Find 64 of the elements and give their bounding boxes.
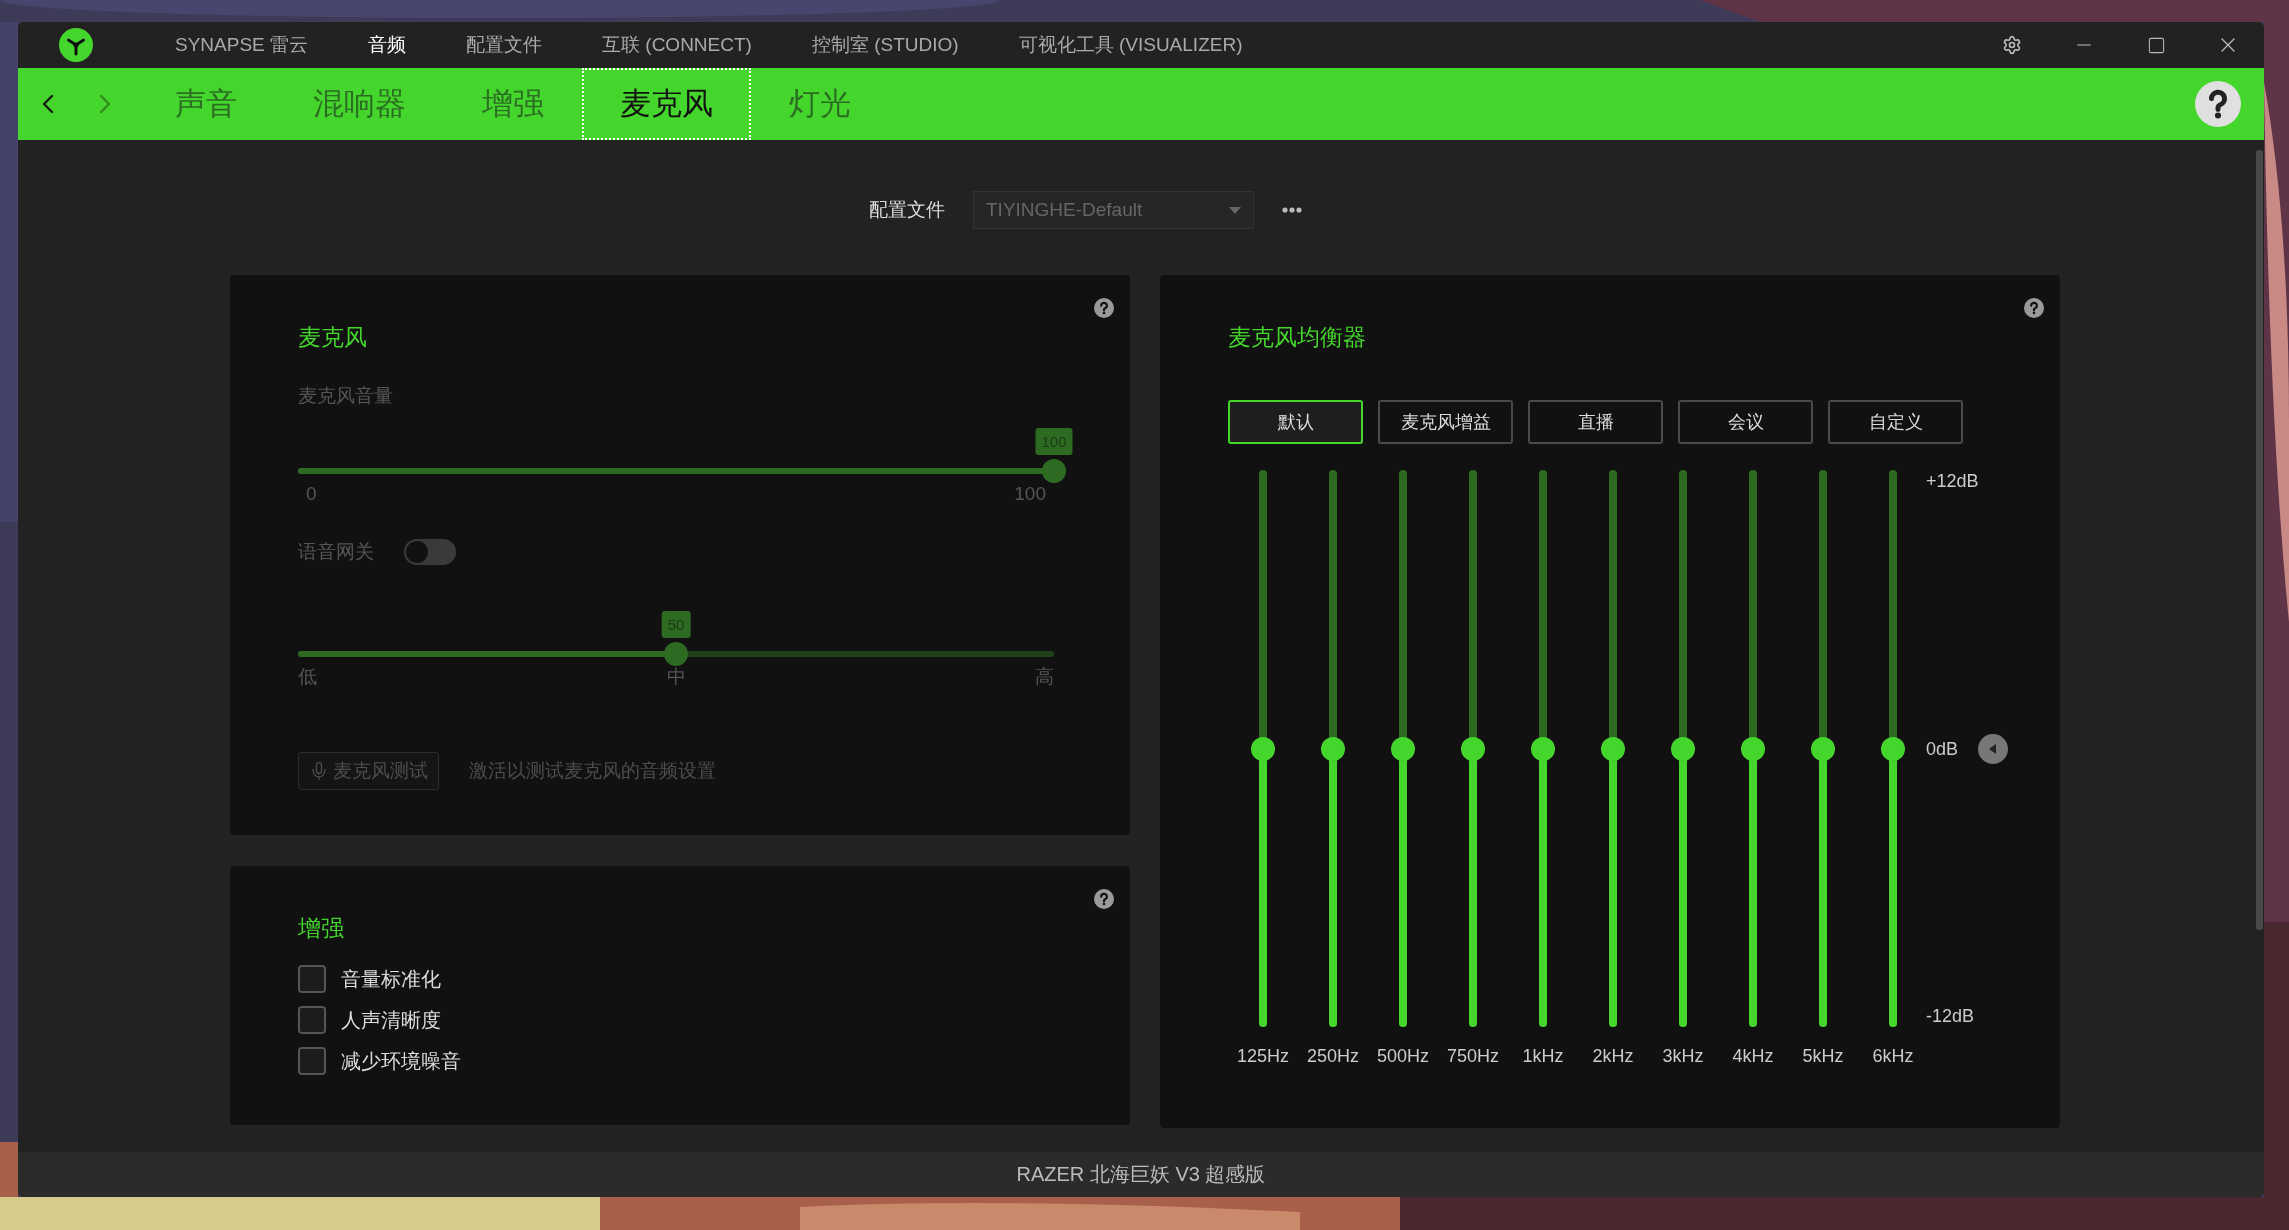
eq-slider[interactable] bbox=[1321, 470, 1345, 1027]
frequency-label: 750Hz bbox=[1447, 1046, 1499, 1067]
frequency-label: 125Hz bbox=[1237, 1046, 1289, 1067]
low-label: 低 bbox=[298, 666, 317, 688]
scrollbar[interactable] bbox=[2256, 150, 2263, 930]
option-label: 音量标准化 bbox=[341, 966, 441, 992]
volume-label: 麦克风音量 bbox=[298, 385, 394, 407]
nav-tab[interactable]: 控制室 (STUDIO) bbox=[811, 32, 959, 58]
profile-label: 配置文件 bbox=[869, 198, 945, 222]
more-icon[interactable] bbox=[1282, 207, 1302, 213]
eq-slider[interactable] bbox=[1531, 470, 1555, 1027]
nav-tab[interactable]: 互联 (CONNECT) bbox=[602, 32, 752, 58]
voice-gate-toggle[interactable] bbox=[404, 539, 456, 565]
eq-slider[interactable] bbox=[1391, 470, 1415, 1027]
checkbox[interactable] bbox=[298, 1006, 326, 1034]
db-label: +12dB bbox=[1926, 470, 1979, 492]
frequency-label: 250Hz bbox=[1307, 1046, 1359, 1067]
help-icon[interactable] bbox=[2024, 298, 2044, 318]
frequency-label: 4kHz bbox=[1732, 1046, 1774, 1067]
nav-tab[interactable]: 音频 bbox=[368, 32, 407, 58]
mic-test-hint: 激活以测试麦克风的音频设置 bbox=[469, 759, 716, 783]
high-label: 高 bbox=[1035, 666, 1054, 688]
db-label: -12dB bbox=[1926, 1005, 1975, 1027]
section-tab[interactable]: 麦克风 bbox=[582, 68, 751, 140]
nav-tab[interactable]: 可视化工具 (VISUALIZER) bbox=[1018, 32, 1243, 58]
eq-slider[interactable] bbox=[1741, 470, 1765, 1027]
eq-slider[interactable] bbox=[1601, 470, 1625, 1027]
frequency-label: 5kHz bbox=[1802, 1046, 1844, 1067]
preset-button[interactable]: 会议 bbox=[1678, 400, 1813, 444]
preset-button[interactable]: 直播 bbox=[1528, 400, 1663, 444]
help-icon[interactable] bbox=[2195, 81, 2241, 127]
preset-button[interactable]: 自定义 bbox=[1828, 400, 1963, 444]
max-label: 100 bbox=[1014, 483, 1046, 505]
eq-slider[interactable] bbox=[1251, 470, 1275, 1027]
option-label: 人声清晰度 bbox=[341, 1007, 441, 1033]
panel-title: 麦克风均衡器 bbox=[1228, 323, 1367, 351]
db-label: 0dB bbox=[1926, 737, 1959, 760]
panel-title: 增强 bbox=[298, 914, 345, 942]
nav-tab[interactable]: SYNAPSE 雷云 bbox=[175, 32, 309, 58]
frequency-label: 1kHz bbox=[1522, 1046, 1564, 1067]
frequency-label: 6kHz bbox=[1872, 1046, 1914, 1067]
panel-title: 麦克风 bbox=[298, 323, 368, 351]
reset-icon[interactable] bbox=[1978, 733, 2009, 764]
frequency-label: 2kHz bbox=[1592, 1046, 1634, 1067]
eq-slider[interactable] bbox=[1671, 470, 1695, 1027]
help-icon[interactable] bbox=[1094, 889, 1114, 909]
mid-label: 中 bbox=[666, 666, 686, 688]
nav-tab[interactable]: 配置文件 bbox=[466, 32, 543, 58]
frequency-label: 3kHz bbox=[1662, 1046, 1704, 1067]
checkbox[interactable] bbox=[298, 1047, 326, 1075]
caret-icon bbox=[1229, 206, 1241, 214]
help-icon[interactable] bbox=[1094, 298, 1114, 318]
eq-slider[interactable] bbox=[1811, 470, 1835, 1027]
device-name: RAZER 北海巨妖 V3 超感版 bbox=[1016, 1162, 1266, 1187]
checkbox[interactable] bbox=[298, 965, 326, 993]
eq-slider[interactable] bbox=[1461, 470, 1485, 1027]
preset-button[interactable]: 默认 bbox=[1228, 400, 1363, 444]
min-label: 0 bbox=[306, 483, 317, 505]
frequency-label: 500Hz bbox=[1377, 1046, 1429, 1067]
eq-slider[interactable] bbox=[1881, 470, 1905, 1027]
logo-icon[interactable] bbox=[59, 28, 93, 62]
preset-button[interactable]: 麦克风增益 bbox=[1378, 400, 1513, 444]
option-label: 减少环境噪音 bbox=[341, 1048, 461, 1074]
voice-gate-label: 语音网关 bbox=[298, 541, 374, 563]
